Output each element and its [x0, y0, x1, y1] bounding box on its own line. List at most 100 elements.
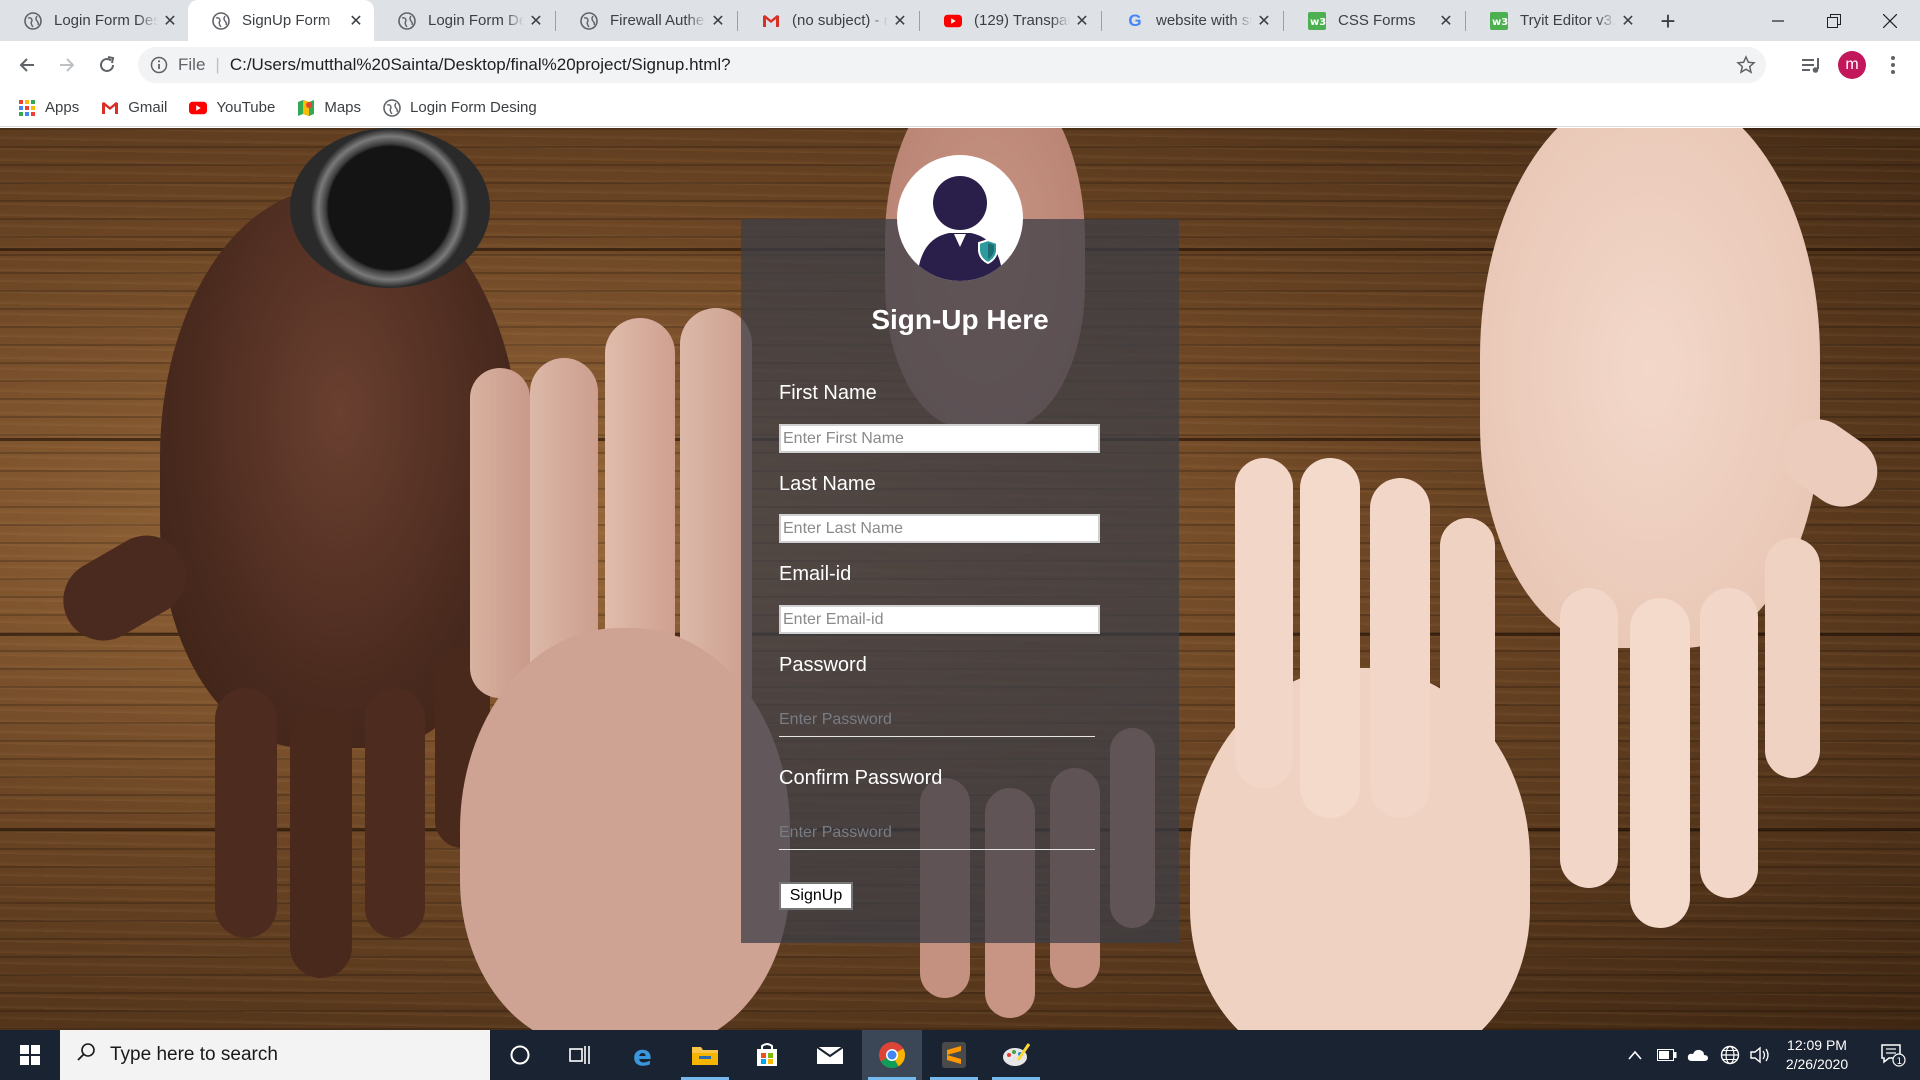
- media-control-icon[interactable]: [1795, 49, 1827, 81]
- mail-icon[interactable]: [800, 1030, 860, 1080]
- close-window-icon[interactable]: [1862, 0, 1918, 41]
- tab-css-forms[interactable]: w3 CSS Forms ✕: [1284, 0, 1464, 41]
- url-separator: |: [215, 55, 220, 74]
- sublime-text-icon[interactable]: [924, 1030, 984, 1080]
- signup-button[interactable]: SignUp: [779, 882, 853, 910]
- first-name-label: First Name: [779, 382, 877, 404]
- tab-gmail[interactable]: (no subject) - n ✕: [738, 0, 918, 41]
- globe-icon: [212, 11, 230, 30]
- email-label: Email-id: [779, 563, 852, 585]
- email-input[interactable]: [779, 605, 1100, 634]
- tab-title: website with si: [1156, 12, 1252, 29]
- address-bar[interactable]: File | C:/Users/mutthal%20Sainta/Desktop…: [138, 47, 1766, 83]
- youtube-icon: [944, 12, 962, 30]
- tab-google-search[interactable]: G website with si ✕: [1102, 0, 1282, 41]
- password-label: Password: [779, 654, 867, 676]
- windows-taskbar: Type here to search e 12:09 PM 2/26/2020…: [0, 1030, 1920, 1080]
- bookmarks-bar: Apps Gmail YouTube Maps Login Form Desin…: [0, 89, 1920, 127]
- w3schools-icon: w3: [1490, 11, 1508, 30]
- paint-icon[interactable]: [986, 1030, 1046, 1080]
- globe-icon: [24, 11, 42, 30]
- tab-title: Firewall Authen: [610, 12, 706, 29]
- svg-text:w3: w3: [1492, 17, 1508, 28]
- bookmark-gmail[interactable]: Gmail: [101, 99, 167, 117]
- file-explorer-icon[interactable]: [675, 1030, 735, 1080]
- confirm-password-input[interactable]: [779, 816, 1095, 850]
- bookmark-label: Apps: [45, 99, 80, 116]
- bookmark-label: Login Form Desing: [410, 99, 537, 116]
- tab-tryit-editor[interactable]: w3 Tryit Editor v3.6 ✕: [1466, 0, 1646, 41]
- apps-grid-icon: [18, 99, 36, 117]
- browser-toolbar: File | C:/Users/mutthal%20Sainta/Desktop…: [0, 41, 1920, 89]
- bookmark-label: Maps: [324, 99, 362, 116]
- tab-title: Tryit Editor v3.6: [1520, 12, 1616, 29]
- globe-icon: [383, 98, 401, 117]
- globe-icon: [580, 11, 598, 30]
- confirm-password-label: Confirm Password: [779, 767, 943, 789]
- tab-signup-form[interactable]: SignUp Form ✕: [188, 0, 374, 41]
- bookmark-label: YouTube: [216, 99, 276, 116]
- minimize-icon[interactable]: [1750, 0, 1806, 41]
- store-icon[interactable]: [737, 1030, 797, 1080]
- close-tab-icon[interactable]: ✕: [888, 9, 912, 33]
- first-name-input[interactable]: [779, 424, 1100, 453]
- battery-icon[interactable]: [1652, 1030, 1682, 1080]
- system-clock[interactable]: 12:09 PM 2/26/2020: [1768, 1036, 1866, 1074]
- gmail-icon: [101, 99, 119, 117]
- bookmark-login-form[interactable]: Login Form Desing: [383, 98, 537, 117]
- bookmark-maps[interactable]: Maps: [297, 99, 361, 117]
- password-input[interactable]: [779, 703, 1095, 737]
- menu-kebab-icon[interactable]: [1877, 49, 1909, 81]
- edge-icon[interactable]: e: [614, 1030, 674, 1080]
- back-arrow-icon[interactable]: [11, 49, 43, 81]
- close-tab-icon[interactable]: ✕: [1070, 9, 1094, 33]
- bookmark-star-icon[interactable]: [1736, 55, 1756, 80]
- last-name-input[interactable]: [779, 514, 1100, 543]
- wristwatch: [290, 128, 490, 288]
- last-name-label: Last Name: [779, 473, 876, 495]
- restore-icon[interactable]: [1806, 0, 1862, 41]
- close-tab-icon[interactable]: ✕: [706, 9, 730, 33]
- form-title: Sign-Up Here: [871, 304, 1049, 335]
- close-tab-icon[interactable]: ✕: [1434, 9, 1458, 33]
- tab-login-form-2[interactable]: Login Form Des ✕: [374, 0, 554, 41]
- search-placeholder: Type here to search: [110, 1044, 278, 1065]
- user-avatar-icon: [897, 155, 1023, 281]
- onedrive-cloud-icon[interactable]: [1682, 1030, 1714, 1080]
- new-tab-plus-icon[interactable]: +: [1655, 6, 1681, 36]
- url-text[interactable]: C:/Users/mutthal%20Sainta/Desktop/final%…: [230, 55, 731, 75]
- globe-icon: [398, 11, 416, 30]
- gmail-icon: [762, 12, 780, 30]
- tab-login-form-1[interactable]: Login Form Des ✕: [0, 0, 188, 41]
- info-icon[interactable]: [150, 56, 168, 74]
- chevron-up-icon[interactable]: [1620, 1030, 1650, 1080]
- url-scheme-label: File: [178, 55, 206, 74]
- page-viewport: Sign-Up Here First Name Last Name Email-…: [0, 128, 1920, 1030]
- search-icon: [76, 1042, 96, 1068]
- bookmark-label: Gmail: [128, 99, 168, 116]
- bookmark-youtube[interactable]: YouTube: [189, 99, 275, 117]
- profile-avatar[interactable]: m: [1836, 49, 1868, 81]
- task-view-icon[interactable]: [550, 1030, 610, 1080]
- tab-title: SignUp Form: [242, 12, 331, 29]
- reload-icon[interactable]: [91, 49, 123, 81]
- close-tab-icon[interactable]: ✕: [158, 9, 182, 33]
- clock-time: 12:09 PM: [1787, 1037, 1847, 1053]
- close-tab-icon[interactable]: ✕: [1252, 9, 1276, 33]
- cortana-icon[interactable]: [490, 1030, 550, 1080]
- svg-text:e: e: [633, 1041, 652, 1069]
- chrome-icon[interactable]: [862, 1030, 922, 1080]
- network-globe-icon[interactable]: [1714, 1030, 1746, 1080]
- clock-date: 2/26/2020: [1785, 1056, 1849, 1072]
- windows-start-icon[interactable]: [0, 1030, 60, 1080]
- close-tab-icon[interactable]: ✕: [1616, 9, 1640, 33]
- taskbar-search-box[interactable]: Type here to search: [60, 1030, 490, 1080]
- forward-arrow-icon[interactable]: [51, 49, 83, 81]
- tab-title: (no subject) - n: [792, 12, 888, 29]
- close-tab-icon[interactable]: ✕: [524, 9, 548, 33]
- close-tab-icon[interactable]: ✕: [344, 9, 368, 33]
- tab-firewall-auth[interactable]: Firewall Authen ✕: [556, 0, 736, 41]
- bookmark-apps[interactable]: Apps: [18, 99, 79, 117]
- tab-youtube[interactable]: (129) Transpare ✕: [920, 0, 1100, 41]
- notification-center-icon[interactable]: 1: [1866, 1030, 1920, 1080]
